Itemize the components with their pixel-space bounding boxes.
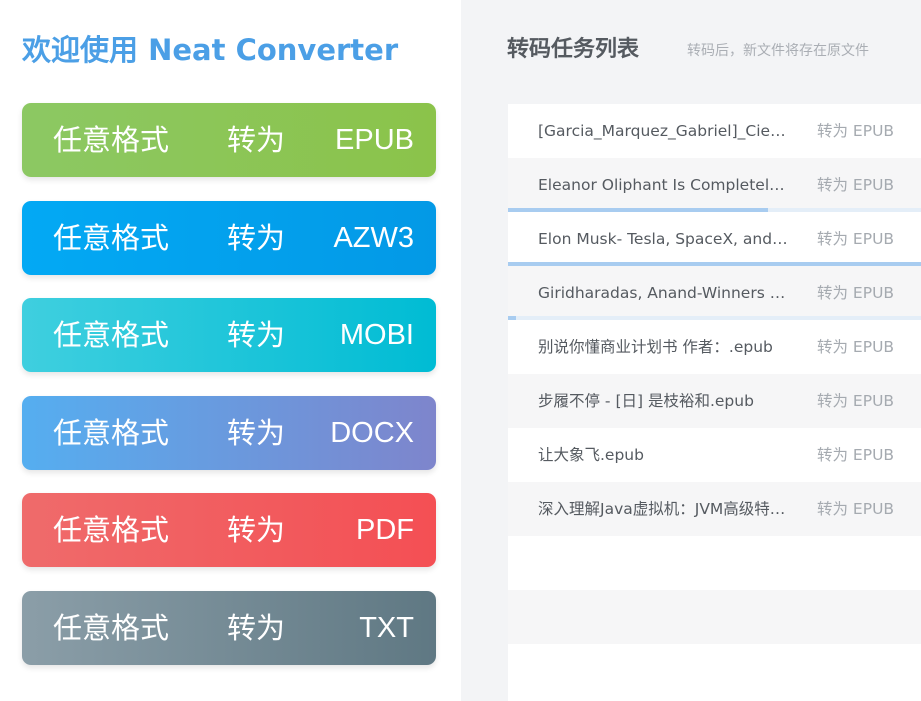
task-file-name: 步履不停 - [日] 是枝裕和.epub [538, 392, 754, 410]
convert-to-epub-button[interactable]: 任意格式 转为 EPUB [22, 103, 436, 177]
task-list-title: 转码任务列表 [507, 37, 640, 62]
task-status: 转为 EPUB [817, 284, 895, 302]
convert-to-label: 转为 [227, 123, 286, 157]
task-status: 转为 EPUB [817, 446, 895, 464]
task-row[interactable]: Giridharadas, Anand-Winners Take All.epu… [508, 266, 921, 320]
any-format-label: 任意格式 [53, 611, 170, 645]
task-row[interactable]: [Garcia_Marquez_Gabriel]_Cien_años_de_so… [508, 104, 921, 158]
convert-to-txt-button[interactable]: 任意格式 转为 TXT [22, 591, 436, 665]
convert-to-label: 转为 [227, 318, 286, 352]
empty-row [508, 590, 921, 644]
task-row[interactable]: 深入理解Java虚拟机：JVM高级特性与最佳实践.epub 转为 EPUB [508, 482, 921, 536]
task-status: 转为 EPUB [817, 392, 895, 410]
empty-row [508, 644, 921, 698]
convert-to-label: 转为 [227, 611, 286, 645]
task-status: 转为 EPUB [817, 176, 895, 194]
convert-to-docx-button[interactable]: 任意格式 转为 DOCX [22, 396, 436, 470]
convert-to-label: 转为 [227, 221, 286, 255]
any-format-label: 任意格式 [53, 318, 170, 352]
target-format-label: TXT [359, 612, 414, 644]
empty-row [508, 536, 921, 590]
task-row[interactable]: 步履不停 - [日] 是枝裕和.epub 转为 EPUB [508, 374, 921, 428]
task-status: 转为 EPUB [817, 122, 895, 140]
any-format-label: 任意格式 [53, 123, 170, 157]
task-file-name: 让大象飞.epub [538, 446, 644, 464]
task-file-name: 深入理解Java虚拟机：JVM高级特性与最佳实践.epub [538, 500, 788, 518]
task-row[interactable]: Eleanor Oliphant Is Completely Fine.epub… [508, 158, 921, 212]
task-list-panel: 转码任务列表 转码后，新文件将存在原文件 [Garcia_Marquez_Gab… [461, 0, 921, 701]
task-list[interactable]: [Garcia_Marquez_Gabriel]_Cien_años_de_so… [508, 104, 921, 701]
task-status: 转为 EPUB [817, 500, 895, 518]
task-list-hint: 转码后，新文件将存在原文件 [687, 43, 869, 59]
target-format-label: EPUB [335, 124, 414, 156]
task-file-name: Eleanor Oliphant Is Completely Fine.epub [538, 176, 788, 194]
convert-to-label: 转为 [227, 513, 286, 547]
task-file-name: Giridharadas, Anand-Winners Take All.epu… [538, 284, 788, 302]
task-status: 转为 EPUB [817, 230, 895, 248]
convert-to-mobi-button[interactable]: 任意格式 转为 MOBI [22, 298, 436, 372]
target-format-label: AZW3 [333, 222, 414, 254]
target-format-label: MOBI [339, 319, 414, 351]
any-format-label: 任意格式 [53, 221, 170, 255]
task-file-name: Elon Musk- Tesla, SpaceX, and the Quest.… [538, 230, 788, 248]
task-file-name: 别说你懂商业计划书 作者：.epub [538, 338, 773, 356]
any-format-label: 任意格式 [53, 513, 170, 547]
task-row[interactable]: Elon Musk- Tesla, SpaceX, and the Quest.… [508, 212, 921, 266]
app-title: 欢迎使用 Neat Converter [22, 33, 399, 67]
any-format-label: 任意格式 [53, 416, 170, 450]
target-format-label: PDF [356, 514, 414, 546]
convert-to-label: 转为 [227, 416, 286, 450]
converter-panel: 欢迎使用 Neat Converter 任意格式 转为 EPUB 任意格式 转为… [0, 0, 461, 701]
task-row[interactable]: 让大象飞.epub 转为 EPUB [508, 428, 921, 482]
task-file-name: [Garcia_Marquez_Gabriel]_Cien_años_de_so… [538, 122, 788, 140]
convert-to-pdf-button[interactable]: 任意格式 转为 PDF [22, 493, 436, 567]
convert-to-azw3-button[interactable]: 任意格式 转为 AZW3 [22, 201, 436, 275]
task-row[interactable]: 别说你懂商业计划书 作者：.epub 转为 EPUB [508, 320, 921, 374]
target-format-label: DOCX [330, 417, 414, 449]
task-status: 转为 EPUB [817, 338, 895, 356]
